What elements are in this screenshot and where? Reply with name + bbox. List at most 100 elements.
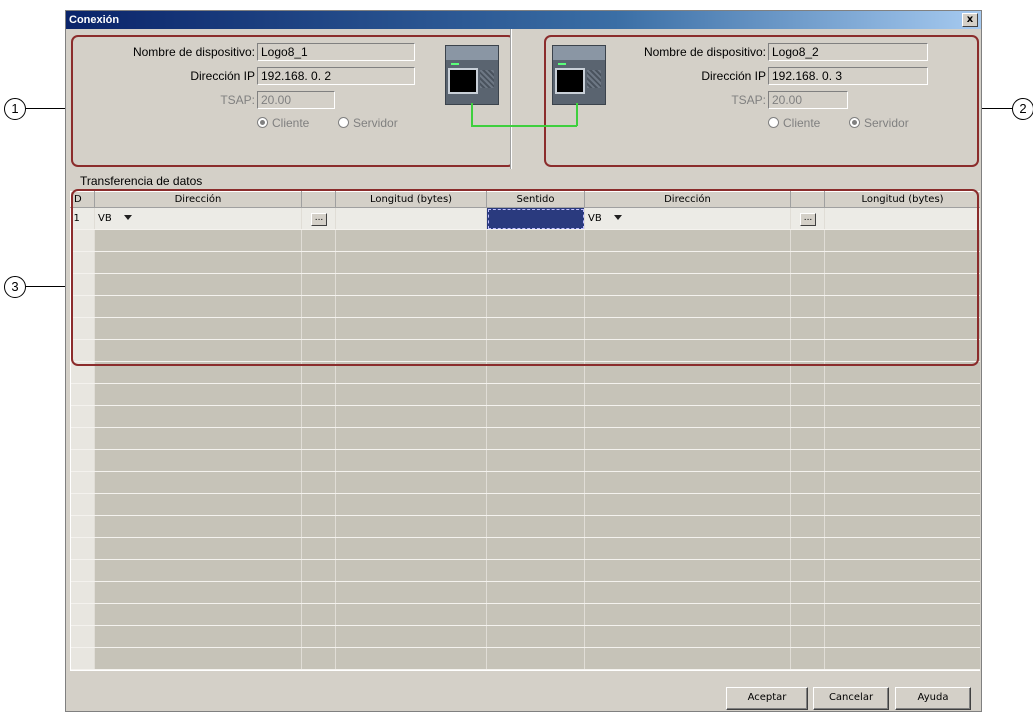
table-cell[interactable]: [301, 449, 336, 472]
table-row-empty[interactable]: [70, 581, 980, 604]
table-cell[interactable]: [335, 537, 487, 560]
table-cell[interactable]: [70, 427, 95, 450]
table-cell[interactable]: [486, 625, 585, 648]
table-row-empty[interactable]: [70, 537, 980, 560]
table-cell[interactable]: [301, 537, 336, 560]
table-cell[interactable]: [486, 603, 585, 626]
table-cell[interactable]: [335, 559, 487, 582]
table-cell[interactable]: [790, 383, 825, 406]
table-cell[interactable]: [70, 537, 95, 560]
table-cell[interactable]: [584, 647, 791, 670]
table-cell[interactable]: [486, 515, 585, 538]
table-cell[interactable]: [94, 559, 302, 582]
table-cell[interactable]: [824, 427, 980, 450]
table-cell[interactable]: [70, 515, 95, 538]
table-cell[interactable]: [824, 625, 980, 648]
table-cell[interactable]: [301, 559, 336, 582]
table-cell[interactable]: [94, 471, 302, 494]
table-cell[interactable]: [824, 559, 980, 582]
table-cell[interactable]: [70, 647, 95, 670]
table-cell[interactable]: [70, 449, 95, 472]
table-cell[interactable]: [486, 449, 585, 472]
table-cell[interactable]: [486, 581, 585, 604]
table-cell[interactable]: [790, 625, 825, 648]
table-cell[interactable]: [94, 647, 302, 670]
table-cell[interactable]: [824, 449, 980, 472]
table-cell[interactable]: [824, 515, 980, 538]
table-cell[interactable]: [790, 471, 825, 494]
table-cell[interactable]: [824, 647, 980, 670]
table-cell[interactable]: [790, 449, 825, 472]
table-cell[interactable]: [70, 493, 95, 516]
table-cell[interactable]: [301, 471, 336, 494]
table-cell[interactable]: [790, 493, 825, 516]
table-cell[interactable]: [335, 603, 487, 626]
table-cell[interactable]: [335, 581, 487, 604]
table-row-empty[interactable]: [70, 383, 980, 406]
table-cell[interactable]: [824, 383, 980, 406]
table-cell[interactable]: [301, 515, 336, 538]
table-cell[interactable]: [70, 581, 95, 604]
table-cell[interactable]: [70, 471, 95, 494]
table-cell[interactable]: [486, 471, 585, 494]
table-cell[interactable]: [335, 625, 487, 648]
table-row-empty[interactable]: [70, 647, 980, 670]
table-cell[interactable]: [584, 559, 791, 582]
table-cell[interactable]: [335, 493, 487, 516]
table-cell[interactable]: [94, 581, 302, 604]
close-button[interactable]: x: [962, 13, 978, 27]
table-cell[interactable]: [584, 493, 791, 516]
table-cell[interactable]: [301, 493, 336, 516]
table-cell[interactable]: [301, 603, 336, 626]
table-cell[interactable]: [584, 581, 791, 604]
table-cell[interactable]: [824, 471, 980, 494]
table-cell[interactable]: [70, 559, 95, 582]
table-cell[interactable]: [301, 647, 336, 670]
table-cell[interactable]: [335, 405, 487, 428]
table-cell[interactable]: [584, 515, 791, 538]
table-cell[interactable]: [790, 603, 825, 626]
table-row-empty[interactable]: [70, 493, 980, 516]
table-cell[interactable]: [824, 603, 980, 626]
table-row-empty[interactable]: [70, 405, 980, 428]
table-cell[interactable]: [94, 515, 302, 538]
table-cell[interactable]: [790, 559, 825, 582]
table-cell[interactable]: [824, 493, 980, 516]
table-cell[interactable]: [335, 647, 487, 670]
table-cell[interactable]: [94, 493, 302, 516]
table-cell[interactable]: [70, 383, 95, 406]
table-cell[interactable]: [486, 647, 585, 670]
table-cell[interactable]: [301, 383, 336, 406]
table-cell[interactable]: [824, 405, 980, 428]
table-row-empty[interactable]: [70, 449, 980, 472]
table-row-empty[interactable]: [70, 471, 980, 494]
table-cell[interactable]: [94, 383, 302, 406]
table-cell[interactable]: [335, 427, 487, 450]
table-cell[interactable]: [301, 405, 336, 428]
table-cell[interactable]: [335, 449, 487, 472]
table-cell[interactable]: [790, 515, 825, 538]
table-cell[interactable]: [790, 537, 825, 560]
table-cell[interactable]: [94, 405, 302, 428]
table-cell[interactable]: [790, 581, 825, 604]
table-cell[interactable]: [94, 603, 302, 626]
table-row-empty[interactable]: [70, 427, 980, 450]
table-cell[interactable]: [790, 647, 825, 670]
table-row-empty[interactable]: [70, 515, 980, 538]
table-cell[interactable]: [301, 581, 336, 604]
table-cell[interactable]: [486, 427, 585, 450]
table-cell[interactable]: [486, 405, 585, 428]
table-cell[interactable]: [335, 383, 487, 406]
table-cell[interactable]: [584, 537, 791, 560]
table-cell[interactable]: [486, 559, 585, 582]
table-cell[interactable]: [790, 405, 825, 428]
table-cell[interactable]: [486, 537, 585, 560]
table-cell[interactable]: [94, 537, 302, 560]
table-cell[interactable]: [824, 581, 980, 604]
table-cell[interactable]: [301, 427, 336, 450]
cancel-button[interactable]: Cancelar: [813, 687, 889, 710]
table-cell[interactable]: [584, 471, 791, 494]
table-cell[interactable]: [335, 471, 487, 494]
table-row-empty[interactable]: [70, 603, 980, 626]
table-cell[interactable]: [790, 427, 825, 450]
